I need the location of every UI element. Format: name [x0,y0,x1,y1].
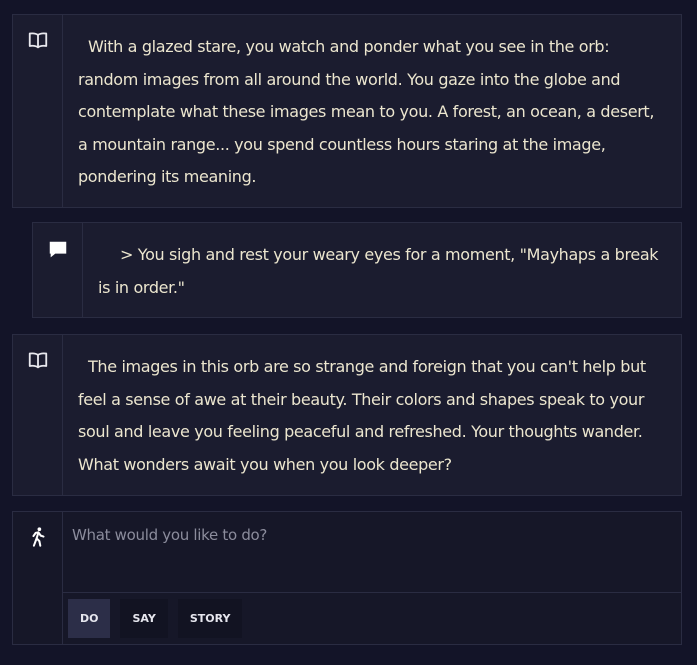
do-mode-button[interactable]: DO [68,599,111,638]
speech-bubble-icon [49,241,66,258]
input-area: What would you like to do? DO SAY STORY [63,512,681,644]
story-mode-button[interactable]: STORY [177,599,243,638]
book-icon [28,352,47,369]
story-content: The images in this orb are so strange an… [63,335,681,495]
input-gutter [13,512,63,644]
action-input-panel: What would you like to do? DO SAY STORY [12,511,682,645]
action-gutter [33,223,83,317]
story-block: The images in this orb are so strange an… [12,334,682,496]
action-block: > You sigh and rest your weary eyes for … [32,222,682,318]
story-text: The images in this orb are so strange an… [78,357,646,474]
story-block: With a glazed stare, you watch and ponde… [12,14,682,208]
story-gutter [13,15,63,207]
mode-selector: DO SAY STORY [63,593,681,638]
walking-person-icon [31,527,45,547]
adventure-screen: With a glazed stare, you watch and ponde… [0,0,697,665]
action-content: > You sigh and rest your weary eyes for … [83,223,681,317]
book-icon [28,32,47,49]
say-mode-button[interactable]: SAY [120,599,168,638]
action-text: > You sigh and rest your weary eyes for … [98,245,659,297]
action-input[interactable]: What would you like to do? [63,512,681,593]
story-text: With a glazed stare, you watch and ponde… [78,37,655,186]
story-gutter [13,335,63,495]
story-content: With a glazed stare, you watch and ponde… [63,15,681,207]
